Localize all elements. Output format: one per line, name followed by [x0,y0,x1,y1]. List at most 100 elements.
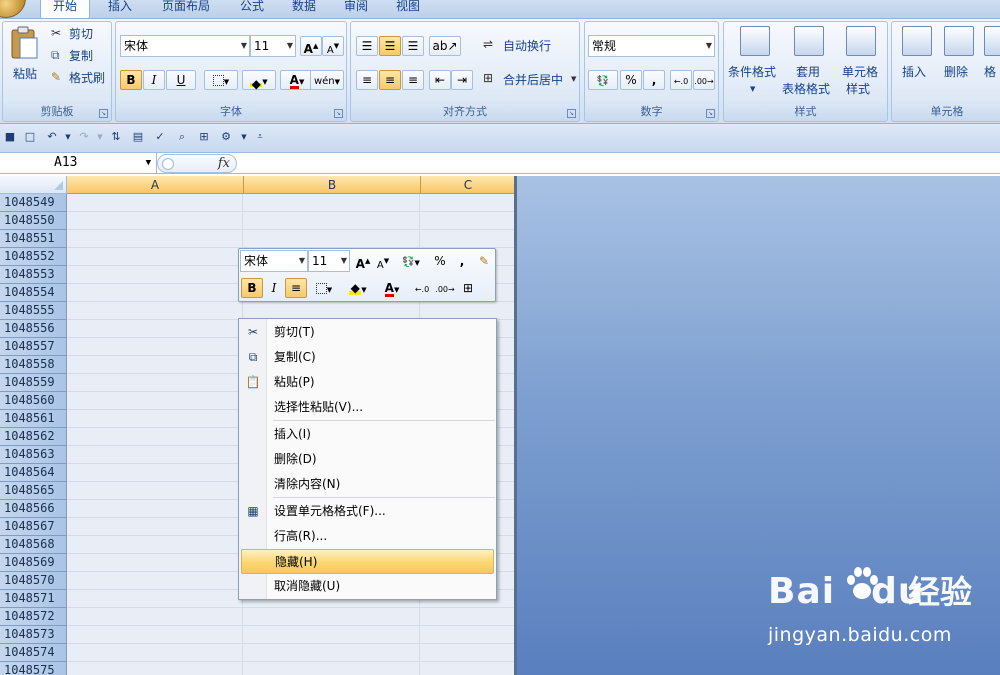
print-preview-icon[interactable]: ⌕ [174,129,190,145]
row-header[interactable]: 1048567 [0,518,67,536]
format-as-table-button[interactable]: 套用 表格格式 [782,26,834,96]
row-header[interactable]: 1048573 [0,626,67,644]
number-format-combo[interactable]: 常规 ▼ [588,35,715,57]
align-middle-button[interactable]: ☰ [379,36,401,56]
tab-insert[interactable]: 插入 [100,0,140,18]
column-header-b[interactable]: B [244,176,421,194]
conditional-format-button[interactable]: 条件格式 ▼ [728,26,780,96]
font-color-button[interactable]: A▼ [280,70,314,90]
align-top-button[interactable]: ☰ [356,36,378,56]
align-right-button[interactable]: ≡ [402,70,424,90]
clipboard-launcher-icon[interactable]: ↘ [99,109,108,118]
row-header[interactable]: 1048550 [0,212,67,230]
sort-icon[interactable]: ⇅ [108,129,124,145]
mini-grow-font-button[interactable]: A▲ [352,251,374,271]
row-header[interactable]: 1048564 [0,464,67,482]
bold-button[interactable]: B [120,70,142,90]
tab-data[interactable]: 数据 [284,0,324,18]
grow-font-button[interactable]: A▲ [300,36,322,56]
currency-button[interactable]: 💱 [588,70,618,90]
row-header[interactable]: 1048554 [0,284,67,302]
select-all-corner[interactable] [0,176,67,194]
mini-format-painter-button[interactable]: ✎ [473,251,495,271]
percent-button[interactable]: % [620,70,642,90]
row-header[interactable]: 1048562 [0,428,67,446]
row-header[interactable]: 1048557 [0,338,67,356]
mini-font-combo[interactable]: 宋体 ▼ [240,250,308,272]
decrease-indent-button[interactable]: ⇤ [429,70,451,90]
row-header[interactable]: 1048574 [0,644,67,662]
menu-item-row-height[interactable]: 行高(R)... [241,524,494,549]
mini-comma-button[interactable]: , [451,251,473,271]
alignment-launcher-icon[interactable]: ↘ [567,109,576,118]
shrink-font-button[interactable]: A▼ [322,36,344,56]
row-header[interactable]: 1048559 [0,374,67,392]
mini-decrease-decimal-button[interactable]: .00→ [434,278,456,298]
comma-button[interactable]: , [643,70,665,90]
mini-shrink-font-button[interactable]: A▼ [372,251,394,271]
cell-styles-button[interactable]: 单元格 样式 [836,26,888,96]
mini-fill-color-button[interactable]: ◆▼ [343,278,373,298]
menu-item-insert[interactable]: 插入(I) [241,422,494,447]
row-header[interactable]: 1048571 [0,590,67,608]
font-launcher-icon[interactable]: ↘ [334,109,343,118]
mini-currency-button[interactable]: 💱▼ [395,251,427,271]
tab-home[interactable]: 开始 [40,0,90,19]
save-icon[interactable]: ■ [2,129,18,145]
row-header[interactable]: 1048570 [0,572,67,590]
row-header[interactable]: 1048561 [0,410,67,428]
font-name-combo[interactable]: 宋体 ▼ [120,35,250,57]
row-header[interactable]: 1048555 [0,302,67,320]
name-box[interactable]: A13 ▼ [0,153,157,174]
form-icon[interactable]: ▤ [130,129,146,145]
borders-button[interactable]: ▼ [204,70,238,90]
row-header[interactable]: 1048558 [0,356,67,374]
new-file-icon[interactable]: □ [22,129,38,145]
insert-function-icon[interactable]: fx [218,155,230,172]
italic-button[interactable]: I [143,70,165,90]
mini-bold-button[interactable]: B [241,278,263,298]
font-size-combo[interactable]: 11 ▼ [250,35,296,57]
row-header[interactable]: 1048552 [0,248,67,266]
delete-cells-button[interactable]: 删除 [940,26,978,96]
row-header[interactable]: 1048568 [0,536,67,554]
mini-center-button[interactable]: ≡ [285,278,307,298]
row-header[interactable]: 1048563 [0,446,67,464]
redo-icon[interactable]: ↷ [76,129,92,145]
menu-item-paste[interactable]: 📋 粘贴(P) [241,370,494,395]
grid-icon[interactable]: ⊞ [196,129,212,145]
menu-item-cut[interactable]: ✂ 剪切(T) [241,320,494,345]
fill-color-button[interactable]: ◆▼ [242,70,276,91]
paste-button[interactable]: 粘贴 [9,26,39,84]
customize-qat-icon[interactable]: ⩡ [252,129,268,145]
wrap-text-button[interactable]: ⇌ 自动换行 [483,36,578,56]
undo-icon[interactable]: ↶ [44,129,60,145]
row-header[interactable]: 1048575 [0,662,67,675]
tab-view[interactable]: 视图 [388,0,428,18]
align-left-button[interactable]: ≡ [356,70,378,90]
number-launcher-icon[interactable]: ↘ [706,109,715,118]
cut-button[interactable]: ✂ 剪切 [51,26,111,44]
mini-size-combo[interactable]: 11 ▼ [308,250,350,272]
menu-item-paste-special[interactable]: 选择性粘贴(V)... [241,395,494,420]
row-header[interactable]: 1048566 [0,500,67,518]
mini-merge-button[interactable]: ⊞ [457,278,479,298]
menu-item-delete[interactable]: 删除(D) [241,447,494,472]
increase-indent-button[interactable]: ⇥ [451,70,473,90]
merge-center-button[interactable]: ⊞ 合并后居中 ▼ [483,70,578,90]
tab-formulas[interactable]: 公式 [232,0,272,18]
underline-button[interactable]: U [166,70,196,90]
increase-decimal-button[interactable]: ←.0 [670,70,692,90]
row-header[interactable]: 1048569 [0,554,67,572]
row-header[interactable]: 1048565 [0,482,67,500]
row-header[interactable]: 1048549 [0,194,67,212]
mini-borders-button[interactable]: ▼ [309,278,339,298]
format-painter-button[interactable]: ✎ 格式刷 [51,70,111,88]
row-header[interactable]: 1048556 [0,320,67,338]
menu-item-unhide[interactable]: 取消隐藏(U) [241,574,494,599]
mini-font-color-button[interactable]: A▼ [377,278,407,298]
copy-button[interactable]: ⧉ 复制 [51,48,111,66]
tab-review[interactable]: 审阅 [336,0,376,18]
tab-page-layout[interactable]: 页面布局 [152,0,220,18]
orientation-button[interactable]: ab↗ [429,36,461,56]
